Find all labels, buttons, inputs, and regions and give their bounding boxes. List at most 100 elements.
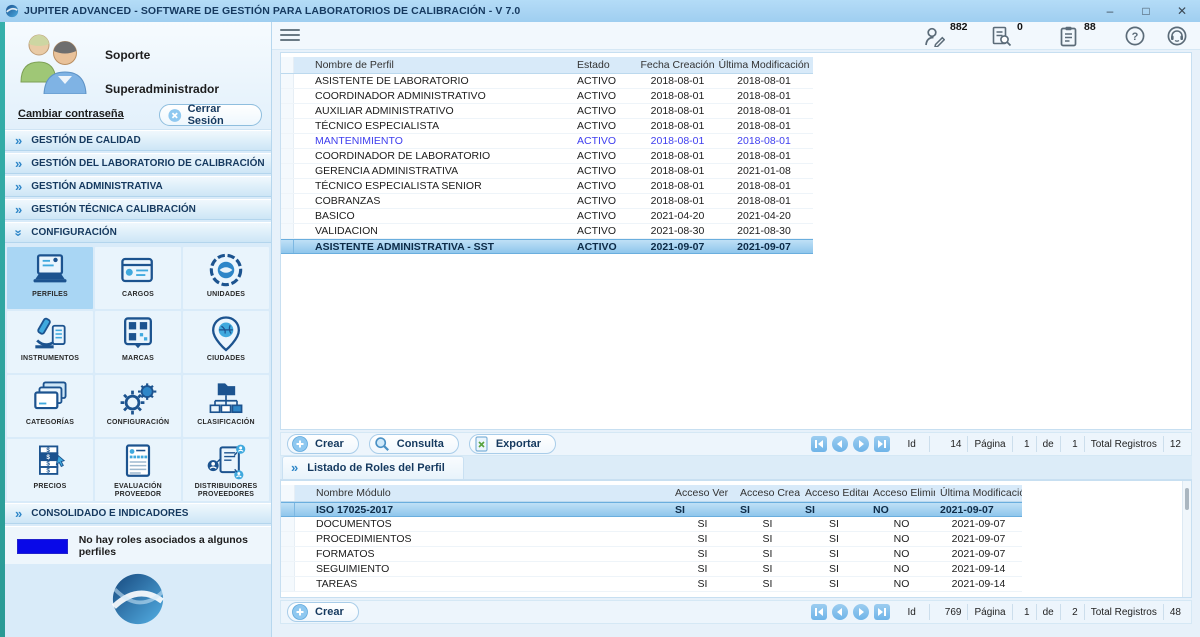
col-ultima-modificacion[interactable]: Última Modificación (715, 57, 813, 73)
module-perfiles[interactable]: PERFILES (7, 247, 93, 309)
sidebar-section-gestion-calidad[interactable]: »GESTIÓN DE CALIDAD (5, 130, 271, 151)
units-wheel-icon (204, 250, 248, 290)
profile-row[interactable]: COBRANZASACTIVO2018-08-012018-08-01 (281, 194, 813, 209)
logout-button[interactable]: Cerrar Sesión (159, 104, 262, 126)
page-label: Página (967, 604, 1011, 620)
col-ultima-modificacion[interactable]: Última Modificación (935, 485, 1022, 501)
profile-row[interactable]: ASISTENTE DE LABORATORIOACTIVO2018-08-01… (281, 74, 813, 89)
sidebar-section-configuracion[interactable]: »CONFIGURACIÓN (5, 222, 271, 243)
role-row[interactable]: TAREASSISISINO2021-09-14 (281, 577, 1022, 592)
support-button[interactable] (1166, 25, 1188, 47)
role-row[interactable]: PROCEDIMIENTOSSISISINO2021-09-07 (281, 532, 1022, 547)
profiles-header-row: Nombre de Perfil Estado Fecha Creación Ú… (281, 57, 813, 74)
role-row[interactable]: ISO 17025-2017SISISINO2021-09-07 (281, 502, 1022, 517)
module-marcas[interactable]: MARCAS (95, 311, 181, 373)
module-instrumentos[interactable]: INSTRUMENTOS (7, 311, 93, 373)
price-list-icon: $$$$ (28, 442, 72, 482)
profile-row[interactable]: TÉCNICO ESPECIALISTAACTIVO2018-08-012018… (281, 119, 813, 134)
col-acceso-crear[interactable]: Acceso Crear (735, 485, 800, 501)
col-nombre-perfil[interactable]: Nombre de Perfil (294, 57, 577, 73)
first-page-icon[interactable] (811, 604, 827, 620)
create-role-button[interactable]: Crear (287, 602, 359, 622)
profile-row[interactable]: TÉCNICO ESPECIALISTA SENIORACTIVO2018-08… (281, 179, 813, 194)
clipboard-button[interactable]: 88 (1057, 25, 1104, 47)
document-search-button[interactable]: 0 (990, 25, 1037, 47)
prev-page-icon[interactable] (832, 436, 848, 452)
col-fecha-creacion[interactable]: Fecha Creación (640, 57, 715, 73)
module-ciudades[interactable]: CIUDADES (183, 311, 269, 373)
profile-row[interactable]: ASISTENTE ADMINISTRATIVA - SSTACTIVO2021… (281, 239, 813, 254)
module-distribuidores-proveedores[interactable]: DISTRIBUIDORES PROVEEDORES (183, 439, 269, 501)
sidebar-section-gestion-laboratorio[interactable]: »GESTIÓN DEL LABORATORIO DE CALIBRACIÓN (5, 153, 271, 174)
menu-toggle-icon[interactable] (280, 29, 300, 43)
module-clasificaci-n[interactable]: CLASIFICACIÓN (183, 375, 269, 437)
sidebar-section-gestion-administrativa[interactable]: »GESTIÓN ADMINISTRATIVA (5, 176, 271, 197)
brand-logo: JUPITER ADVANCED (5, 572, 271, 637)
id-value: 14 (929, 436, 967, 452)
id-label: Id (901, 604, 929, 620)
sidebar-section-label: CONFIGURACIÓN (31, 227, 117, 238)
prev-page-icon[interactable] (832, 604, 848, 620)
logout-x-icon (168, 108, 182, 123)
tab-label: Listado de Roles del Perfil (307, 462, 445, 474)
user-name: Soporte (105, 48, 150, 62)
query-button[interactable]: Consulta (369, 434, 459, 454)
role-row[interactable]: DOCUMENTOSSISISINO2021-09-07 (281, 517, 1022, 532)
profiles-pager: Id 14 Página 1 de 1 Total Registros 12 (811, 433, 1187, 455)
sidebar-section-consolidado[interactable]: » CONSOLIDADO E INDICADORES (5, 503, 271, 524)
maximize-icon[interactable]: □ (1128, 0, 1164, 22)
vertical-scrollbar[interactable] (1182, 481, 1191, 597)
help-button[interactable]: ? (1124, 25, 1146, 47)
of-label: de (1036, 604, 1060, 620)
scrollbar-thumb[interactable] (1185, 488, 1189, 510)
next-page-icon[interactable] (853, 436, 869, 452)
module-precios[interactable]: $$$$PRECIOS (7, 439, 93, 501)
page-value: 1 (1012, 604, 1036, 620)
profile-row[interactable]: GERENCIA ADMINISTRATIVAACTIVO2018-08-012… (281, 164, 813, 179)
profiles-panel: Nombre de Perfil Estado Fecha Creación Ú… (280, 52, 1192, 430)
total-value: 12 (1163, 436, 1187, 452)
create-button[interactable]: Crear (287, 434, 359, 454)
first-page-icon[interactable] (811, 436, 827, 452)
module-cargos[interactable]: CARGOS (95, 247, 181, 309)
profile-row[interactable]: BASICOACTIVO2021-04-202021-04-20 (281, 209, 813, 224)
col-estado[interactable]: Estado (577, 57, 640, 73)
chevron-right-icon: » (15, 205, 22, 215)
user-edit-button[interactable]: 882 (923, 25, 970, 47)
col-acceso-editar[interactable]: Acceso Editar (800, 485, 868, 501)
svg-text:$: $ (46, 454, 50, 461)
role-row[interactable]: SEGUIMIENTOSISISINO2021-09-14 (281, 562, 1022, 577)
change-password-link[interactable]: Cambiar contraseña (18, 108, 124, 120)
chevron-right-icon: » (15, 182, 22, 192)
svg-text:$: $ (46, 447, 50, 454)
magnifier-icon (374, 436, 390, 452)
sidebar-section-gestion-tecnica[interactable]: »GESTIÓN TÉCNICA CALIBRACIÓN (5, 199, 271, 220)
profile-row[interactable]: VALIDACIONACTIVO2021-08-302021-08-30 (281, 224, 813, 239)
module-unidades[interactable]: UNIDADES (183, 247, 269, 309)
role-row[interactable]: FORMATOSSISISINO2021-09-07 (281, 547, 1022, 562)
profile-row[interactable]: AUXILIAR ADMINISTRATIVOACTIVO2018-08-012… (281, 104, 813, 119)
last-page-icon[interactable] (874, 604, 890, 620)
stacked-cards-icon (28, 378, 72, 418)
col-nombre-modulo[interactable]: Nombre Módulo (295, 485, 670, 501)
export-button[interactable]: Exportar (469, 434, 556, 454)
profile-row[interactable]: COORDINADOR ADMINISTRATIVOACTIVO2018-08-… (281, 89, 813, 104)
module-categor-as[interactable]: CATEGORÍAS (7, 375, 93, 437)
profile-row[interactable]: MANTENIMIENTOACTIVO2018-08-012018-08-01 (281, 134, 813, 149)
roles-toolbar: Crear Id 769 Página 1 de 2 Total Registr… (280, 600, 1192, 624)
badge-card-icon (116, 250, 160, 290)
help-icon: ? (1124, 25, 1146, 47)
last-page-icon[interactable] (874, 436, 890, 452)
minimize-icon[interactable]: – (1092, 0, 1128, 22)
module-label: CLASIFICACIÓN (197, 419, 254, 427)
col-acceso-ver[interactable]: Acceso Ver (670, 485, 735, 501)
close-icon[interactable]: ✕ (1164, 0, 1200, 22)
col-acceso-eliminar[interactable]: Acceso Eliminar (868, 485, 935, 501)
roles-panel: Nombre Módulo Acceso Ver Acceso Crear Ac… (280, 480, 1192, 598)
module-configuraci-n[interactable]: CONFIGURACIÓN (95, 375, 181, 437)
profile-row[interactable]: COORDINADOR DE LABORATORIOACTIVO2018-08-… (281, 149, 813, 164)
tab-listado-roles[interactable]: » Listado de Roles del Perfil (282, 456, 464, 479)
svg-text:$: $ (46, 468, 50, 475)
next-page-icon[interactable] (853, 604, 869, 620)
module-evaluaci-n-proveedor[interactable]: EVALUACIÓN PROVEEDOR (95, 439, 181, 501)
